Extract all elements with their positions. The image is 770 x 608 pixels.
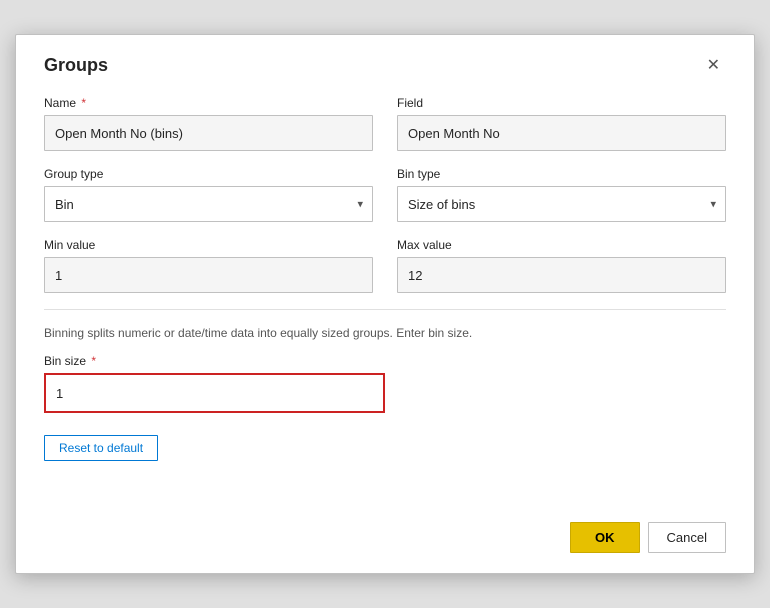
group-type-label: Group type xyxy=(44,167,373,181)
divider xyxy=(44,309,726,310)
min-value-label: Min value xyxy=(44,238,373,252)
dialog-header: Groups ✕ xyxy=(44,55,726,76)
bin-size-group: Bin size * xyxy=(44,354,385,413)
dialog-footer: OK Cancel xyxy=(570,522,726,553)
bin-type-select[interactable]: Size of bins Number of bins xyxy=(397,186,726,222)
cancel-button[interactable]: Cancel xyxy=(648,522,726,553)
min-value-input xyxy=(44,257,373,293)
name-required-star: * xyxy=(78,96,86,110)
info-text: Binning splits numeric or date/time data… xyxy=(44,326,726,340)
group-type-bin-type-row: Group type Bin List ▾ Bin type Size of b… xyxy=(44,167,726,222)
field-input xyxy=(397,115,726,151)
bin-size-label: Bin size * xyxy=(44,354,385,368)
max-value-input xyxy=(397,257,726,293)
field-group: Field xyxy=(397,96,726,151)
max-value-group: Max value xyxy=(397,238,726,293)
name-group: Name * xyxy=(44,96,373,151)
name-field-row: Name * Field xyxy=(44,96,726,151)
group-type-group: Group type Bin List ▾ xyxy=(44,167,373,222)
group-type-select-wrapper: Bin List ▾ xyxy=(44,186,373,222)
field-label: Field xyxy=(397,96,726,110)
min-value-group: Min value xyxy=(44,238,373,293)
bin-size-input-wrapper xyxy=(44,373,385,413)
name-label: Name * xyxy=(44,96,373,110)
bin-size-required-star: * xyxy=(88,354,96,368)
bin-type-select-wrapper: Size of bins Number of bins ▾ xyxy=(397,186,726,222)
bin-type-group: Bin type Size of bins Number of bins ▾ xyxy=(397,167,726,222)
ok-button[interactable]: OK xyxy=(570,522,640,553)
close-button[interactable]: ✕ xyxy=(701,56,726,76)
name-input[interactable] xyxy=(44,115,373,151)
dialog-title: Groups xyxy=(44,55,108,76)
reset-to-default-button[interactable]: Reset to default xyxy=(44,435,158,461)
groups-dialog: Groups ✕ Name * Field Group type Bin Lis… xyxy=(15,34,755,574)
group-type-select[interactable]: Bin List xyxy=(44,186,373,222)
max-value-label: Max value xyxy=(397,238,726,252)
bin-size-input[interactable] xyxy=(46,375,383,411)
min-max-row: Min value Max value xyxy=(44,238,726,293)
bin-type-label: Bin type xyxy=(397,167,726,181)
